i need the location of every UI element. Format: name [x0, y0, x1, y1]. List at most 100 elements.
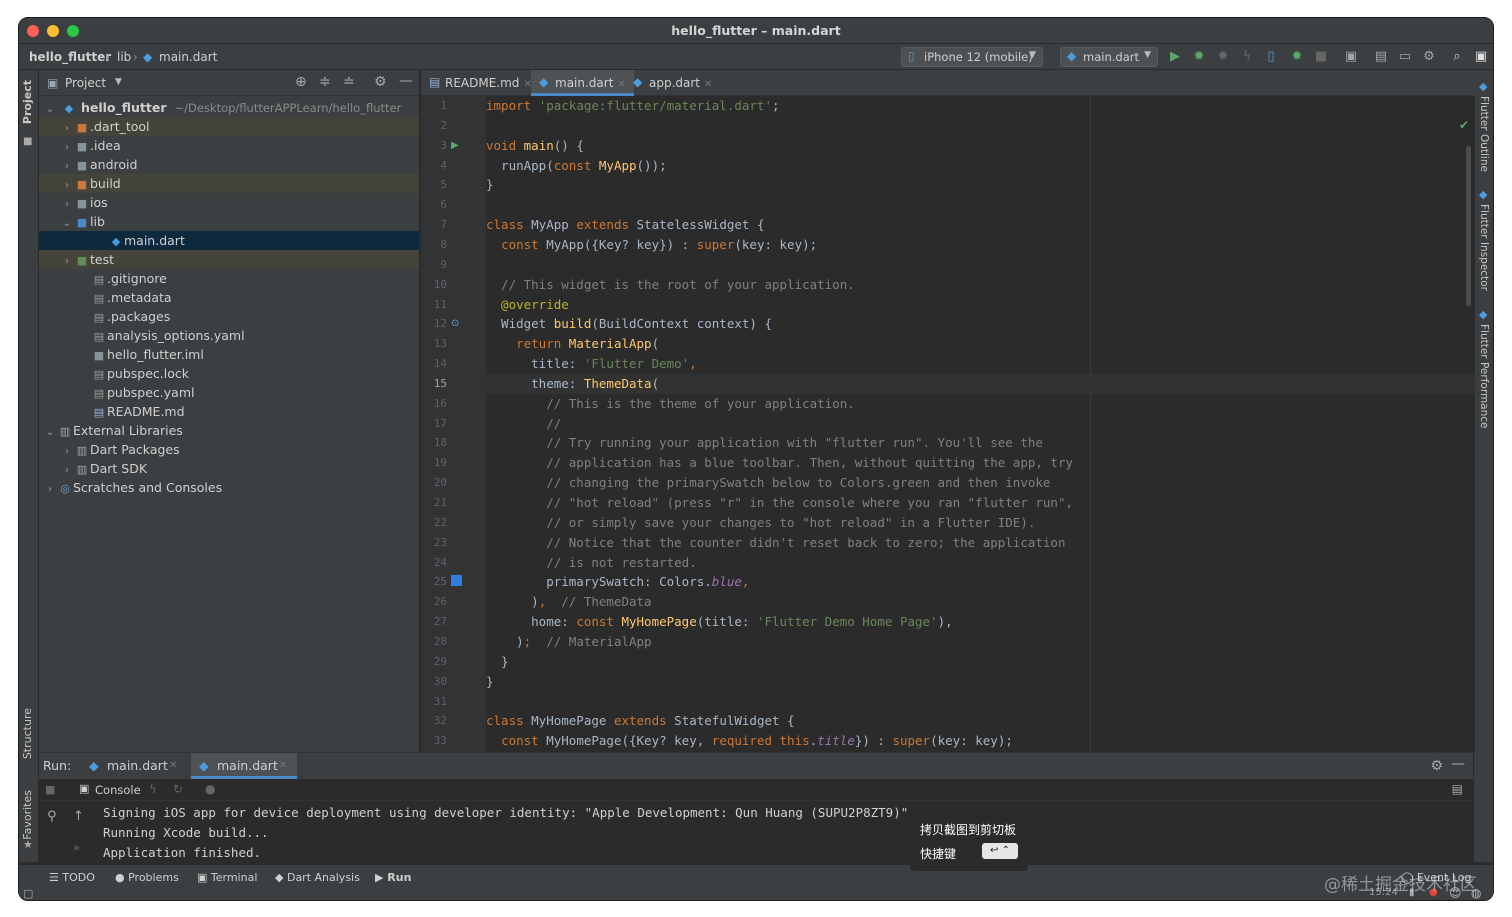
tree-item[interactable]: ▤ .gitignore: [39, 269, 419, 288]
code-line[interactable]: ), // ThemeData: [486, 592, 1475, 612]
tree-item[interactable]: ▤ pubspec.yaml: [39, 383, 419, 402]
code-line[interactable]: // Notice that the counter didn't reset …: [486, 533, 1475, 553]
close-icon[interactable]: ✕: [704, 79, 712, 90]
line-number-gutter[interactable]: ▶ ⊙ 1 2 3 4 5 6 7 8 9 10 11 12 13 14 15 16 17 18 19 20 21 22 2…: [421, 96, 486, 752]
layout-icon[interactable]: ▤: [1373, 49, 1389, 65]
todo-tool[interactable]: ☰ TODO: [49, 871, 95, 884]
code-line[interactable]: // Try running your application with "fl…: [486, 433, 1475, 453]
line-number[interactable]: 6: [421, 195, 447, 215]
code-line[interactable]: primarySwatch: Colors.blue,: [486, 572, 1475, 592]
project-tool-tab[interactable]: Project: [21, 80, 34, 124]
code-line[interactable]: const MyHomePage({Key? key, required thi…: [486, 731, 1475, 751]
search-icon[interactable]: ⌕: [1449, 49, 1465, 65]
project-structure-icon[interactable]: ▣: [1343, 49, 1359, 65]
line-number[interactable]: 25: [421, 572, 447, 592]
close-icon[interactable]: ✕: [279, 760, 287, 771]
line-number[interactable]: 5: [421, 175, 447, 195]
line-number[interactable]: 30: [421, 672, 447, 692]
tree-item[interactable]: ⌄ ■ lib: [39, 212, 419, 231]
device-manager-icon[interactable]: ▭: [1397, 49, 1413, 65]
vertical-scrollbar[interactable]: [1466, 146, 1471, 306]
code-line[interactable]: }: [486, 672, 1475, 692]
hot-reload-icon[interactable]: ϟ: [1239, 49, 1255, 65]
line-number[interactable]: 23: [421, 533, 447, 553]
line-number[interactable]: 9: [421, 255, 447, 275]
line-number[interactable]: 12: [421, 314, 447, 334]
expand-all-icon[interactable]: ≑: [319, 74, 331, 90]
line-number[interactable]: 19: [421, 453, 447, 473]
tree-item[interactable]: ▤ analysis_options.yaml: [39, 326, 419, 345]
code-line[interactable]: // "hot reload" (press "r" in the consol…: [486, 493, 1475, 513]
line-number[interactable]: 3: [421, 136, 447, 156]
code-line[interactable]: }: [486, 175, 1475, 195]
breadcrumb-lib[interactable]: lib: [117, 50, 131, 64]
favorites-tool-tab[interactable]: Favorites: [21, 790, 34, 840]
hide-panel-icon[interactable]: —: [1451, 756, 1465, 772]
tree-item[interactable]: ▤ pubspec.lock: [39, 364, 419, 383]
line-number[interactable]: 18: [421, 433, 447, 453]
hot-restart-icon[interactable]: ▯: [1263, 49, 1279, 65]
code-line[interactable]: void main() {: [486, 136, 1475, 156]
tree-item[interactable]: ▤ .metadata: [39, 288, 419, 307]
locate-file-icon[interactable]: ⊕: [295, 74, 307, 90]
code-line[interactable]: class MyApp extends StatelessWidget {: [486, 215, 1475, 235]
tree-item[interactable]: ⌄ ▥ External Libraries: [39, 421, 419, 440]
color-swatch-icon[interactable]: [451, 575, 462, 586]
code-line[interactable]: [486, 692, 1475, 712]
line-number[interactable]: 7: [421, 215, 447, 235]
line-number[interactable]: 4: [421, 156, 447, 176]
structure-tool-tab[interactable]: Structure: [21, 708, 34, 759]
line-number[interactable]: 26: [421, 592, 447, 612]
tree-item[interactable]: ▤ .packages: [39, 307, 419, 326]
tree-item[interactable]: ◆ main.dart: [39, 231, 419, 250]
stop-icon[interactable]: ■: [1313, 49, 1329, 65]
code-line[interactable]: Widget build(BuildContext context) {: [486, 314, 1475, 334]
run-tab-main-dart-1[interactable]: main.dart: [107, 758, 168, 773]
tree-item[interactable]: › ■ .idea: [39, 136, 419, 155]
code-line[interactable]: [486, 195, 1475, 215]
chevron-right-icon[interactable]: ›: [43, 480, 57, 499]
run-tool[interactable]: ▶ Run: [375, 871, 411, 884]
line-number[interactable]: 1: [421, 96, 447, 116]
line-number[interactable]: 8: [421, 235, 447, 255]
run-icon[interactable]: ▶: [1167, 49, 1183, 65]
tree-item[interactable]: › ◎ Scratches and Consoles: [39, 478, 419, 497]
tree-item[interactable]: › ▥ Dart Packages: [39, 440, 419, 459]
tree-item[interactable]: › ■ build: [39, 174, 419, 193]
override-gutter-icon[interactable]: ⊙: [451, 318, 459, 329]
code-area[interactable]: import 'package:flutter/material.dart'; …: [486, 96, 1475, 752]
profile-icon[interactable]: ✹: [1289, 49, 1305, 65]
collapse-all-icon[interactable]: ≐: [343, 74, 355, 90]
tree-item[interactable]: › ■ android: [39, 155, 419, 174]
code-line[interactable]: const MyApp({Key? key}) : super(key: key…: [486, 235, 1475, 255]
code-line[interactable]: // is not restarted.: [486, 553, 1475, 573]
pin-icon[interactable]: ⚲: [47, 809, 57, 824]
line-number[interactable]: 22: [421, 513, 447, 533]
line-number[interactable]: 32: [421, 711, 447, 731]
hot-reload-icon[interactable]: ϟ: [149, 782, 157, 796]
line-number[interactable]: 15: [421, 374, 447, 394]
avatar-icon[interactable]: ▣: [1473, 49, 1489, 65]
code-line[interactable]: import 'package:flutter/material.dart';: [486, 96, 1475, 116]
attach-debugger-icon[interactable]: ✹: [1215, 49, 1231, 65]
code-line[interactable]: return MaterialApp(: [486, 334, 1475, 354]
gear-icon[interactable]: ⚙: [1430, 758, 1443, 774]
tab-main-dart[interactable]: ◆ main.dart ✕: [531, 70, 634, 96]
line-number[interactable]: 13: [421, 334, 447, 354]
run-tab-active[interactable]: ◆ main.dart ✕: [191, 753, 297, 779]
code-line[interactable]: runApp(const MyApp());: [486, 156, 1475, 176]
line-number[interactable]: 10: [421, 275, 447, 295]
breadcrumb-project[interactable]: hello_flutter: [29, 50, 111, 64]
flutter-outline-tab[interactable]: Flutter Outline: [1478, 96, 1490, 172]
line-number[interactable]: 17: [421, 414, 447, 434]
tree-root[interactable]: ⌄ ◆ hello_flutter ~/Desktop/flutterAPPLe…: [39, 98, 419, 117]
line-number[interactable]: 2: [421, 116, 447, 136]
problems-tool[interactable]: ● Problems: [115, 871, 179, 884]
code-line[interactable]: [486, 255, 1475, 275]
code-line[interactable]: // or simply save your changes to "hot r…: [486, 513, 1475, 533]
record-icon[interactable]: ●: [205, 782, 215, 796]
line-number[interactable]: 33: [421, 731, 447, 751]
breadcrumb-file[interactable]: main.dart: [159, 50, 217, 64]
more-icon[interactable]: »: [73, 841, 80, 854]
flutter-inspector-tab[interactable]: Flutter Inspector: [1478, 204, 1490, 291]
